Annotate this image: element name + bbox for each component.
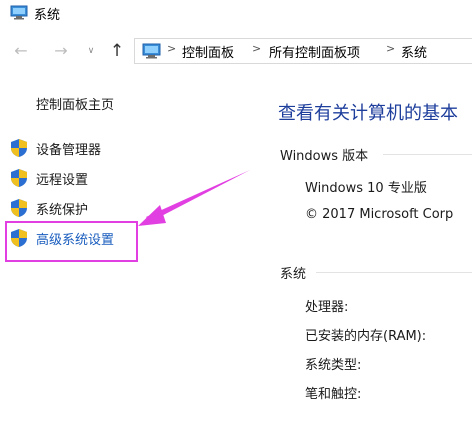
section-divider [316,272,472,273]
sidebar-item-remote-settings[interactable]: 远程设置 [8,166,148,190]
windows-edition-header: Windows 版本 [280,149,369,164]
shield-icon [11,139,27,157]
address-bar[interactable]: > 控制面板 > 所有控制面板项 > 系统 [134,38,472,64]
back-arrow-icon[interactable]: ← [10,40,32,62]
system-window: 系统 ← → ∨ ↑ > 控制面板 > 所有控制面板项 > 系统 控制面板主页 [0,0,472,431]
breadcrumb-separator: > [386,42,396,55]
sidebar-item-device-manager[interactable]: 设备管理器 [8,136,148,160]
control-panel-home-link[interactable]: 控制面板主页 [36,94,114,113]
up-arrow-icon[interactable]: ↑ [106,40,128,62]
windows-edition-name: Windows 10 专业版 [305,181,427,196]
section-divider [383,154,472,155]
breadcrumb-control-panel[interactable]: 控制面板 [182,42,234,61]
sidebar-item-label: 设备管理器 [36,143,102,158]
sidebar-item-label: 系统保护 [36,203,89,218]
pen-and-touch-label: 笔和触控: [305,387,362,402]
title-bar: 系统 [0,0,472,26]
sidebar-item-label: 远程设置 [36,173,89,188]
installed-ram-label: 已安装的内存(RAM): [305,329,427,344]
breadcrumb-system[interactable]: 系统 [401,42,427,61]
annotation-highlight-box [5,221,138,262]
copyright-text: © 2017 Microsoft Corp [305,207,454,222]
shield-icon [11,169,27,187]
page-title: 查看有关计算机的基本 [278,103,458,124]
breadcrumb-all-items[interactable]: 所有控制面板项 [269,42,360,61]
system-section-header: 系统 [280,267,307,282]
sidebar-item-system-protection[interactable]: 系统保护 [8,196,148,220]
navigation-bar: ← → ∨ ↑ > 控制面板 > 所有控制面板项 > 系统 [0,26,472,74]
control-panel-icon [10,5,28,20]
control-panel-icon [142,43,161,59]
window-title: 系统 [34,8,61,23]
shield-icon [11,199,27,217]
breadcrumb-separator: > [252,42,262,55]
breadcrumb-separator: > [167,42,177,55]
system-type-label: 系统类型: [305,358,362,373]
forward-arrow-icon[interactable]: → [50,40,72,62]
processor-label: 处理器: [305,300,349,315]
chevron-down-icon[interactable]: ∨ [84,40,98,62]
